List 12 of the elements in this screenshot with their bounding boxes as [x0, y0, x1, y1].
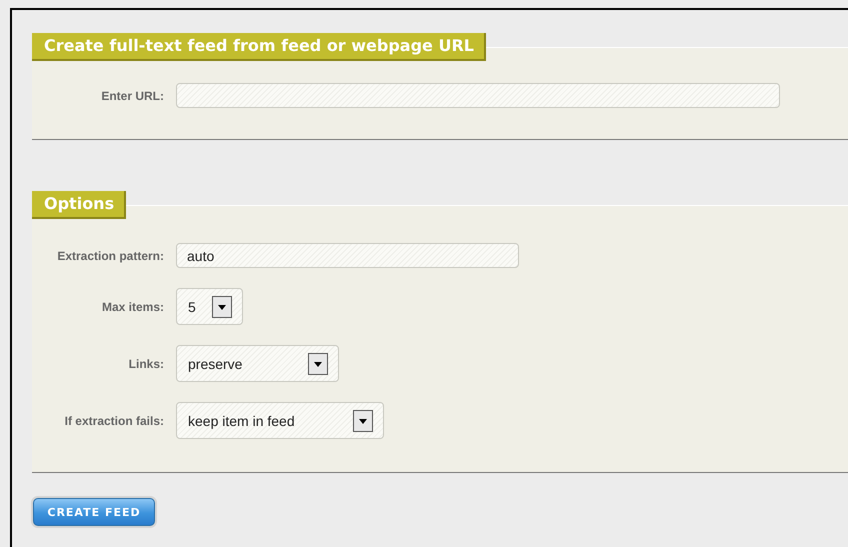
text-input[interactable]: auto — [176, 243, 519, 268]
section-legend: Options — [32, 191, 126, 219]
field-label: If extraction fails: — [64, 414, 165, 428]
dropdown[interactable]: preserve — [176, 345, 339, 382]
section-legend: Create full-text feed from feed or webpage URL — [32, 33, 486, 61]
field-label: Enter URL: — [100, 88, 165, 102]
dropdown[interactable]: keep item in feed — [176, 402, 384, 439]
field-label: Extraction pattern: — [56, 248, 165, 262]
field-label: Max items: — [100, 300, 165, 314]
field-label: Links: — [128, 356, 165, 370]
url-input[interactable] — [176, 83, 780, 108]
dropdown[interactable]: 5 — [176, 288, 243, 325]
